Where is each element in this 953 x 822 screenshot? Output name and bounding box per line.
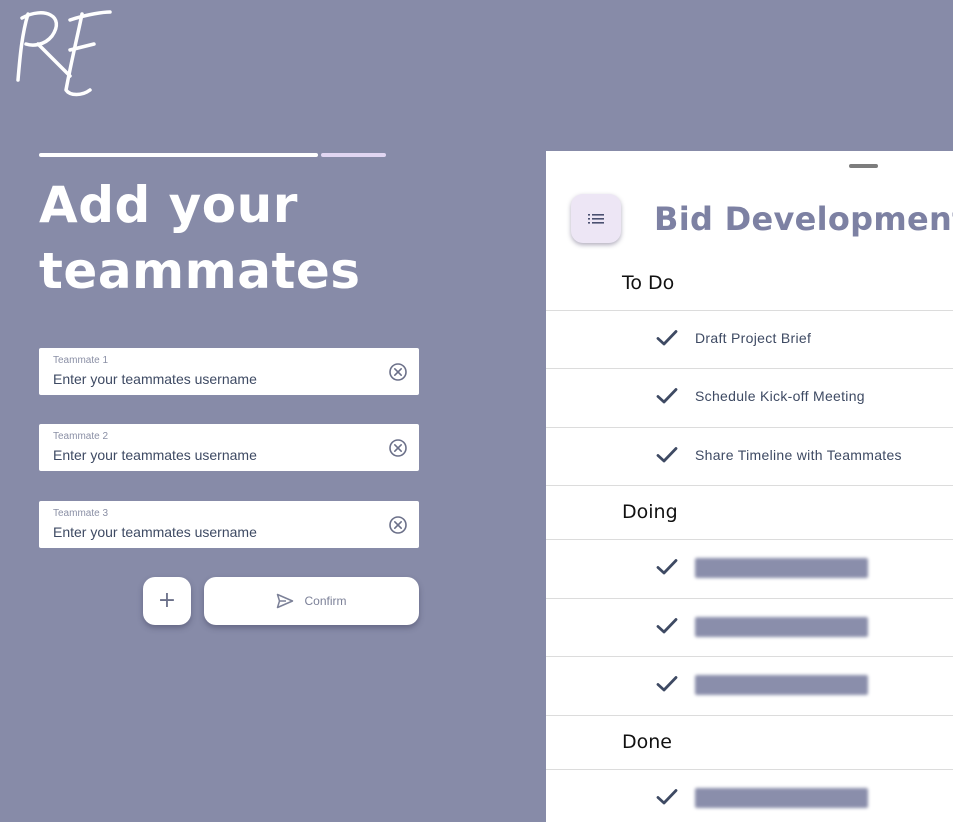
section-title-doing: Doing — [622, 501, 678, 523]
teammate-field-2: Teammate 2 — [39, 424, 419, 471]
board-panel: Bid Development To Do Draft Project Brie… — [546, 151, 953, 822]
drag-handle[interactable] — [849, 164, 878, 168]
check-icon — [656, 676, 678, 692]
confirm-button-label: Confirm — [304, 594, 347, 608]
rf-logo — [16, 10, 112, 97]
list-item[interactable] — [546, 656, 953, 714]
task-label: Schedule Kick-off Meeting — [695, 388, 865, 404]
teammate-username-input[interactable] — [53, 370, 373, 388]
section-title-todo: To Do — [622, 272, 675, 294]
list-item[interactable]: Draft Project Brief — [546, 310, 953, 368]
redacted-task-label — [695, 788, 868, 808]
plus-icon: + — [157, 588, 177, 613]
add-teammate-button[interactable]: + — [143, 577, 191, 625]
check-icon — [656, 388, 678, 404]
list-icon — [588, 213, 604, 224]
board-title: Bid Development — [654, 200, 953, 238]
check-icon — [656, 618, 678, 634]
divider — [546, 485, 953, 486]
list-item[interactable]: Schedule Kick-off Meeting — [546, 368, 953, 426]
confirm-button[interactable]: Confirm — [204, 577, 419, 625]
clear-circle-icon[interactable] — [388, 362, 408, 382]
progress-step-inactive — [321, 153, 386, 157]
redacted-task-label — [695, 558, 868, 578]
redacted-task-label — [695, 617, 868, 637]
clear-circle-icon[interactable] — [388, 438, 408, 458]
send-icon — [277, 593, 294, 609]
teammate-field-1: Teammate 1 — [39, 348, 419, 395]
teammate-username-input[interactable] — [53, 523, 373, 541]
redacted-task-label — [695, 675, 868, 695]
check-icon — [656, 330, 678, 346]
clear-circle-icon[interactable] — [388, 515, 408, 535]
teammate-field-label: Teammate 3 — [53, 508, 109, 519]
teammate-field-3: Teammate 3 — [39, 501, 419, 548]
check-icon — [656, 559, 678, 575]
teammate-field-label: Teammate 2 — [53, 431, 109, 442]
check-icon — [656, 447, 678, 463]
section-title-done: Done — [622, 731, 672, 753]
check-icon — [656, 789, 678, 805]
teammate-username-input[interactable] — [53, 446, 373, 464]
page-heading: Add your teammates — [39, 176, 361, 300]
list-item[interactable]: Share Timeline with Teammates — [546, 427, 953, 485]
list-item[interactable] — [546, 539, 953, 597]
task-label: Share Timeline with Teammates — [695, 447, 902, 463]
list-item[interactable] — [546, 598, 953, 656]
list-item[interactable] — [546, 769, 953, 822]
menu-button[interactable] — [571, 194, 621, 243]
task-label: Draft Project Brief — [695, 330, 812, 346]
progress-step-active — [39, 153, 318, 157]
divider — [546, 715, 953, 716]
teammate-field-label: Teammate 1 — [53, 355, 109, 366]
